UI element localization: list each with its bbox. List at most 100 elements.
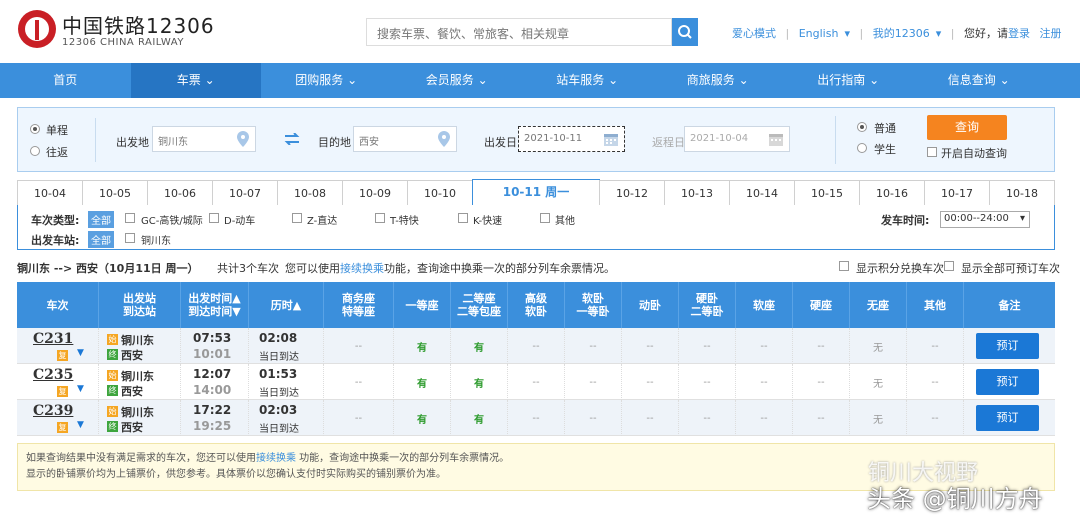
round-trip-radio[interactable]	[30, 146, 40, 156]
type-d-checkbox[interactable]	[209, 213, 219, 223]
train-number-link[interactable]: C239	[33, 403, 73, 419]
date-tab[interactable]: 10-16	[859, 180, 925, 206]
date-tab[interactable]: 10-17	[924, 180, 990, 206]
depart-time-select[interactable]: 00:00--24:00 ▾	[940, 211, 1030, 228]
to-station: 西安	[121, 349, 143, 362]
date-tab[interactable]: 10-15	[794, 180, 860, 206]
col-remarks: 备注	[998, 298, 1021, 312]
passenger-normal-radio[interactable]	[857, 122, 867, 132]
care-mode-link[interactable]: 爱心模式	[732, 27, 776, 40]
railway-logo-icon[interactable]	[18, 10, 56, 48]
main-nav: 首页 车票 ⌄ 团购服务 ⌄ 会员服务 ⌄ 站车服务 ⌄ 商旅服务 ⌄ 出行指南…	[0, 63, 1080, 98]
auto-query-label: 开启自动查询	[941, 147, 1007, 160]
reentry-tag-icon: 复	[57, 350, 68, 361]
col-soft-seat: 软座	[736, 282, 793, 328]
hint-text: 您可以使用接续换乘功能，查询途中换乘一次的部分列车余票情况。	[285, 262, 615, 275]
seat-availability[interactable]: 有	[451, 328, 508, 364]
date-tab[interactable]: 10-14	[729, 180, 795, 206]
search-input[interactable]: 搜索车票、餐饮、常旅客、相关规章	[366, 18, 672, 46]
one-way-label: 单程	[46, 124, 68, 137]
logo-title[interactable]: 中国铁路12306	[62, 10, 215, 39]
date-tab[interactable]: 10-04	[17, 180, 83, 206]
train-number-link[interactable]: C235	[33, 367, 73, 383]
seat-availability: --	[565, 364, 622, 400]
table-row: C235 复 ▼ 始铜川东终西安 12:07 14:00 01:53 当日到达 -- 有有 -- --…	[17, 364, 1055, 400]
auto-query-checkbox[interactable]	[927, 147, 937, 157]
nav-guide[interactable]: 出行指南 ⌄	[783, 63, 914, 98]
seat-availability[interactable]: 有	[394, 328, 451, 364]
date-tab[interactable]: 10-12	[599, 180, 665, 206]
location-pin-icon[interactable]	[237, 131, 249, 147]
date-tab[interactable]: 10-08	[277, 180, 343, 206]
swap-stations-icon[interactable]	[284, 132, 300, 146]
depart-time: 07:53	[193, 331, 232, 345]
query-button[interactable]: 查询	[927, 115, 1007, 140]
date-tab[interactable]: 10-07	[212, 180, 278, 206]
type-z-checkbox[interactable]	[292, 213, 302, 223]
nav-station[interactable]: 站车服务 ⌄	[522, 63, 653, 98]
seat-availability: 无	[850, 328, 907, 364]
date-tab[interactable]: 10-10	[407, 180, 473, 206]
notice-transfer-link[interactable]: 接续换乘	[256, 453, 296, 464]
type-t-checkbox[interactable]	[375, 213, 385, 223]
my12306-link[interactable]: 我的12306	[873, 27, 930, 40]
book-button[interactable]: 预订	[976, 369, 1039, 395]
chevron-down-icon[interactable]: ▾	[936, 27, 942, 40]
chevron-down-icon[interactable]: ▼	[77, 384, 84, 394]
register-link[interactable]: 注册	[1039, 27, 1061, 40]
calendar-icon[interactable]	[768, 131, 784, 147]
nav-tickets[interactable]: 车票 ⌄	[130, 63, 261, 98]
type-other-checkbox[interactable]	[540, 213, 550, 223]
type-t-label: T-特快	[390, 216, 419, 227]
col-times[interactable]: 出发时间▲ 到达时间▼	[181, 282, 249, 328]
seat-availability: --	[679, 400, 736, 436]
date-tab[interactable]: 10-06	[147, 180, 213, 206]
passenger-student-radio[interactable]	[857, 143, 867, 153]
type-other-label: 其他	[555, 216, 575, 227]
arrival-day: 当日到达	[259, 388, 299, 399]
show-points-checkbox[interactable]	[839, 261, 849, 271]
seat-availability[interactable]: 有	[451, 400, 508, 436]
seat-availability[interactable]: 有	[451, 364, 508, 400]
date-tab[interactable]: 10-09	[342, 180, 408, 206]
date-tab[interactable]: 10-13	[664, 180, 730, 206]
seat-availability[interactable]: 有	[394, 400, 451, 436]
login-link[interactable]: 登录	[1008, 27, 1030, 40]
type-k-checkbox[interactable]	[458, 213, 468, 223]
station-checkbox[interactable]	[125, 233, 135, 243]
col-business: 商务座 特等座	[324, 282, 394, 328]
type-gc-checkbox[interactable]	[125, 213, 135, 223]
train-number-link[interactable]: C231	[33, 331, 73, 347]
one-way-radio[interactable]	[30, 124, 40, 134]
seat-availability: --	[907, 328, 964, 364]
book-button[interactable]: 预订	[976, 333, 1039, 359]
book-button[interactable]: 预订	[976, 405, 1039, 431]
end-station-icon: 终	[107, 421, 118, 432]
chevron-down-icon[interactable]: ▼	[77, 348, 84, 358]
show-all-checkbox[interactable]	[944, 261, 954, 271]
transfer-link[interactable]: 接续换乘	[340, 262, 384, 275]
seat-availability[interactable]: 有	[394, 364, 451, 400]
col-duration[interactable]: 历时▲	[249, 282, 324, 328]
nav-group[interactable]: 团购服务 ⌄	[261, 63, 392, 98]
calendar-icon[interactable]	[603, 131, 619, 147]
chevron-down-icon[interactable]: ▼	[77, 420, 84, 430]
chevron-down-icon: ▾	[1019, 213, 1025, 224]
nav-info[interactable]: 信息查询 ⌄	[914, 63, 1045, 98]
train-type-all-button[interactable]: 全部	[88, 211, 114, 228]
start-station-icon: 始	[107, 334, 118, 345]
date-tab[interactable]: 10-18	[989, 180, 1055, 206]
date-tab-selected[interactable]: 10-11 周一	[472, 179, 600, 207]
col-second: 二等座 二等包座	[451, 282, 508, 328]
nav-member[interactable]: 会员服务 ⌄	[392, 63, 523, 98]
date-tab[interactable]: 10-05	[82, 180, 148, 206]
station-all-button[interactable]: 全部	[88, 231, 114, 248]
chevron-down-icon[interactable]: ▾	[844, 27, 850, 40]
nav-home[interactable]: 首页	[0, 63, 131, 98]
english-link[interactable]: English	[799, 27, 839, 40]
seat-availability: --	[565, 400, 622, 436]
search-button[interactable]	[672, 18, 698, 46]
nav-business[interactable]: 商旅服务 ⌄	[653, 63, 784, 98]
to-station: 西安	[121, 385, 143, 398]
location-pin-icon[interactable]	[438, 131, 450, 147]
